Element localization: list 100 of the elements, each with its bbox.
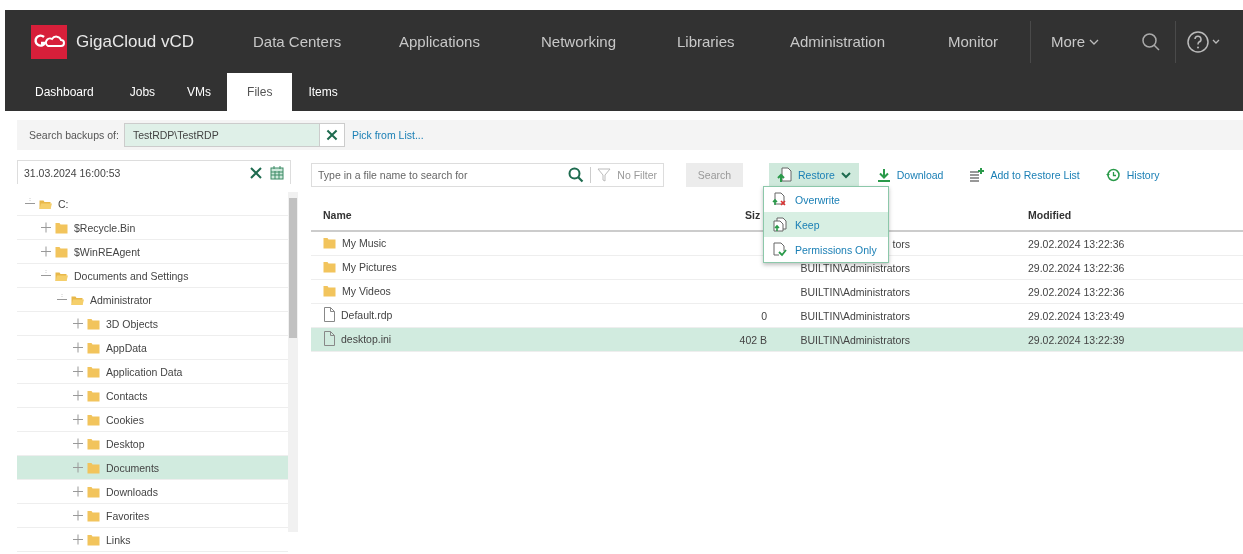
pick-from-list-link[interactable]: Pick from List... [351, 129, 424, 141]
folder-icon [87, 437, 101, 450]
file-name: desktop.ini [341, 332, 392, 345]
owner-cell: BUILTIN\Administrators [800, 261, 910, 274]
restore-button[interactable]: Restore [769, 163, 859, 187]
folder-icon [87, 341, 101, 354]
expand-icon[interactable] [72, 318, 84, 329]
overwrite-icon [772, 192, 787, 207]
file-name: My Music [342, 236, 387, 249]
expand-icon[interactable] [72, 390, 84, 401]
nav-link[interactable]: Monitor [948, 33, 1030, 50]
folder-icon [87, 509, 101, 522]
tree-item[interactable]: $Recycle.Bin [17, 216, 288, 240]
scrollbar-thumb[interactable] [289, 198, 297, 338]
tree-item[interactable]: Application Data [17, 360, 288, 384]
expand-icon[interactable] [72, 534, 84, 545]
caret-icon[interactable] [1089, 37, 1100, 46]
list-add-icon [969, 168, 985, 182]
folder-icon [87, 413, 101, 426]
tree-item[interactable]: AppData [17, 336, 288, 360]
more-menu[interactable]: More [1051, 33, 1100, 50]
file-name: My Pictures [342, 260, 397, 273]
tree-item[interactable]: Administrator [17, 288, 288, 312]
caret-icon [840, 171, 851, 179]
expand-icon[interactable] [72, 438, 84, 449]
tree-item[interactable]: Favorites [17, 504, 288, 528]
owner-cell: BUILTIN\Administrators [800, 309, 910, 322]
owner-cell: BUILTIN\Administrators [800, 333, 910, 346]
file-name: Default.rdp [341, 308, 393, 321]
tab[interactable]: Files [227, 73, 293, 111]
filter-label: No Filter [617, 169, 657, 181]
nav-link[interactable]: Applications [399, 33, 541, 50]
expand-icon[interactable] [72, 462, 84, 473]
tree-item[interactable]: Links [17, 528, 288, 552]
tree-item[interactable]: Downloads [17, 480, 288, 504]
tree-item[interactable]: Documents [17, 456, 288, 480]
expand-icon[interactable] [72, 414, 84, 425]
folder-icon [323, 236, 337, 249]
tree-item[interactable]: Cookies [17, 408, 288, 432]
backup-field[interactable]: TestRDP\TestRDP [123, 123, 320, 147]
tab[interactable]: Dashboard [19, 73, 110, 111]
column-header[interactable]: Name [323, 209, 352, 221]
nav-link[interactable]: Data Centers [253, 33, 399, 50]
folder-icon [87, 533, 101, 546]
tab[interactable]: Items [292, 73, 354, 111]
tab[interactable]: Jobs [113, 73, 172, 111]
file-icon [323, 331, 336, 346]
nav-link[interactable]: Networking [541, 33, 677, 50]
expand-icon[interactable] [72, 366, 84, 377]
expand-icon[interactable] [72, 486, 84, 497]
filter-icon[interactable] [597, 168, 612, 182]
date-cell: 29.02.2024 13:22:36 [1028, 261, 1125, 274]
file-check-icon [772, 242, 787, 257]
expand-icon[interactable] [72, 510, 84, 521]
history-icon [1105, 168, 1121, 182]
date-cell: 29.02.2024 13:23:49 [1028, 309, 1125, 322]
search-icon[interactable] [568, 167, 585, 183]
file-name: My Videos [342, 284, 391, 297]
table-row[interactable]: desktop.ini 402 B BUILTIN\Administrators 29.02.2024 13:22:39 [311, 327, 1243, 352]
menu-item[interactable]: Keep [764, 212, 888, 237]
size-cell: 402 B [739, 333, 767, 346]
folder-icon [323, 284, 337, 297]
tree-item[interactable]: Contacts [17, 384, 288, 408]
table-row[interactable]: Default.rdp 0 BUILTIN\Administrators 29.02.2024 13:23:49 [311, 303, 1243, 328]
expand-icon[interactable] [40, 246, 52, 257]
restore-icon [777, 167, 792, 183]
nav-link[interactable]: Administration [790, 33, 948, 50]
expand-icon[interactable] [72, 342, 84, 353]
owner-cell: tors [892, 237, 910, 250]
add-button[interactable]: Add to Restore List [961, 163, 1088, 187]
tree-item[interactable]: $WinREAgent [17, 240, 288, 264]
tree-item[interactable]: C: [17, 192, 288, 216]
file-icon [323, 307, 336, 322]
clear-icon[interactable] [250, 166, 262, 179]
date-cell: 29.02.2024 13:22:39 [1028, 333, 1125, 346]
column-header[interactable]: Modified [1028, 209, 1072, 221]
nav-link[interactable]: Libraries [677, 33, 790, 50]
folder-icon [87, 389, 101, 402]
calendar-icon[interactable] [270, 165, 284, 180]
tree-item[interactable]: 3D Objects [17, 312, 288, 336]
folder-icon [323, 260, 337, 273]
history-button[interactable]: History [1097, 163, 1168, 187]
scrollbar[interactable] [288, 192, 298, 532]
expand-icon[interactable] [40, 222, 52, 233]
download-icon [876, 168, 891, 182]
folder-icon [87, 461, 101, 474]
owner-cell: BUILTIN\Administrators [800, 285, 910, 298]
search-icon[interactable] [1141, 31, 1162, 52]
tree-item[interactable]: Documents and Settings [17, 264, 288, 288]
table-row[interactable]: My Videos BUILTIN\Administrators 29.02.2024 13:22:36 [311, 279, 1243, 304]
column-header[interactable]: Siz [745, 209, 761, 221]
folder-icon [55, 245, 69, 258]
folder-icon [87, 317, 101, 330]
date-field[interactable]: 31.03.2024 16:00:53 [17, 160, 291, 184]
folder-icon [87, 365, 101, 378]
download-button[interactable]: Download [868, 163, 952, 187]
tab[interactable]: VMs [171, 73, 228, 111]
size-cell: 0 [761, 309, 767, 322]
menu-item[interactable]: Overwrite [764, 187, 888, 212]
app-title: GigaCloud vCD [76, 31, 195, 52]
